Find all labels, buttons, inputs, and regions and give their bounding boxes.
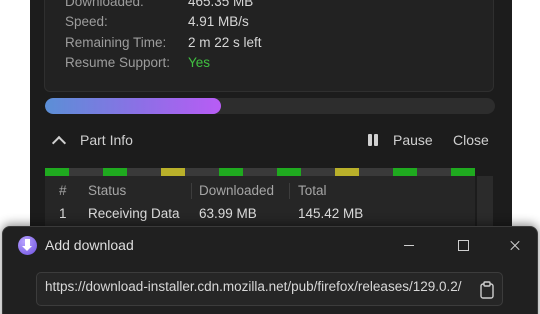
chevron-up-icon [51,135,67,150]
part-segment [103,168,127,176]
close-button[interactable]: Close [453,132,489,148]
close-icon[interactable] [503,235,527,255]
info-value: 2 m 22 s left [188,35,262,50]
url-input[interactable]: https://download-installer.cdn.mozilla.n… [45,279,463,299]
table-header-status: Status [88,183,127,198]
minimize-icon[interactable] [397,235,421,255]
info-value: 4.91 MB/s [188,14,249,29]
add-download-dialog: Add download https://download-installer.… [2,226,538,314]
pause-button[interactable]: Pause [368,132,433,148]
info-label: Remaining Time: [65,35,167,50]
part-segment [219,168,243,176]
part-segment [161,168,185,176]
resume-support-value: Yes [188,55,211,70]
dialog-title: Add download [45,237,134,253]
part-segment [393,168,417,176]
table-cell-downloaded: 63.99 MB [199,206,257,221]
pause-icon [368,134,379,146]
maximize-icon[interactable] [451,235,475,255]
download-progress-bar [45,98,495,114]
download-info-card: Downloaded: 465.35 MB Speed: 4.91 MB/s R… [44,0,494,92]
clipboard-paste-icon[interactable] [479,281,495,299]
info-label: Resume Support: [65,55,171,70]
table-header-downloaded: Downloaded [199,183,275,198]
column-divider [191,183,192,199]
download-app-icon [18,236,37,255]
table-header-number: # [59,183,67,198]
pause-label: Pause [393,132,433,148]
part-segment [277,168,301,176]
part-info-toggle[interactable]: Part Info [51,132,133,150]
info-value: 465.35 MB [188,0,254,9]
part-segments-strip [45,168,475,176]
column-divider [289,183,290,199]
part-info-label: Part Info [80,132,133,148]
table-header-total: Total [298,183,327,198]
url-field: https://download-installer.cdn.mozilla.n… [36,272,503,306]
download-progress-fill [45,98,221,114]
part-segment [335,168,359,176]
table-cell-status: Receiving Data [88,206,180,221]
info-label: Speed: [65,14,108,29]
table-cell-total: 145.42 MB [298,206,364,221]
info-label: Downloaded: [65,0,144,9]
part-info-bar: Part Info Pause Close [30,128,512,156]
part-segment [45,168,69,176]
part-segment [451,168,475,176]
table-cell-number: 1 [59,206,67,221]
